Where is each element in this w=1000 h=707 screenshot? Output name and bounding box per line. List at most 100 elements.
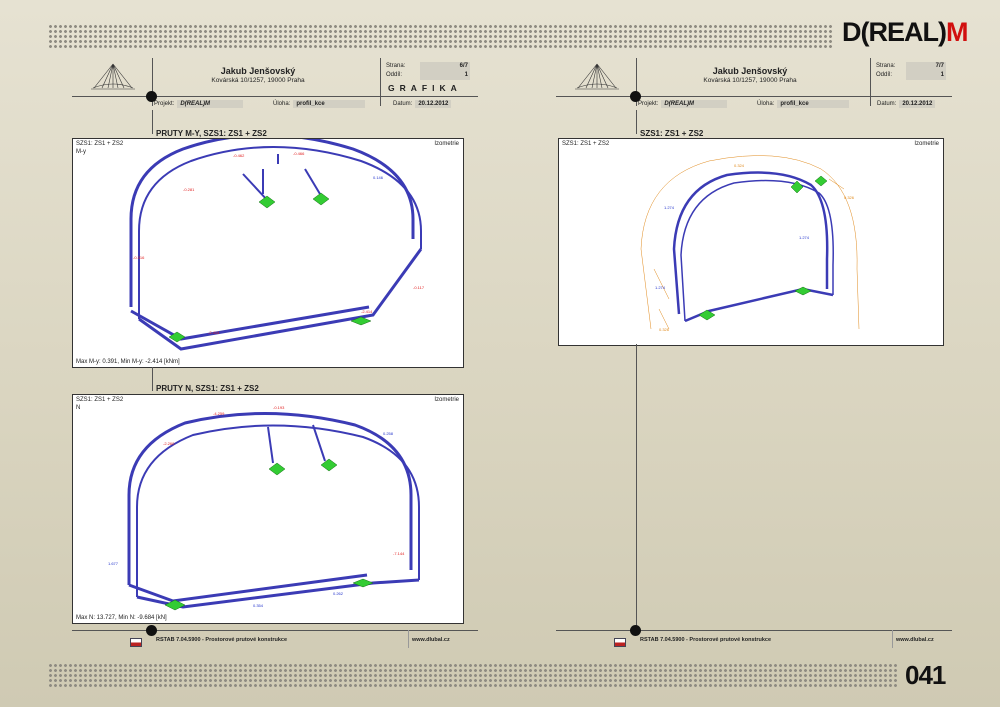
svg-text:-0.193: -0.193 [273, 405, 285, 410]
svg-text:1.274: 1.274 [664, 205, 675, 210]
flag-icon [130, 638, 142, 647]
uloha-label: Úloha: [757, 101, 775, 107]
datum-label: Datum: [393, 101, 413, 107]
footer-software: RSTAB 7.04.5900 - Prostorové prutové kon… [156, 637, 288, 643]
strana-value: 6/7 [420, 62, 470, 71]
svg-text:0.326: 0.326 [659, 327, 670, 332]
footer-rule [72, 630, 478, 631]
datum-row: Datum: 20.12.2012 [877, 100, 936, 108]
chart-panel-deformation: 1.274 1.274 1.274 0.326 0.324 0.326 SZS1: Z… [558, 138, 944, 346]
footer-url: www.dlubal.cz [896, 637, 934, 643]
projekt-value: D(REAL)M [177, 100, 244, 108]
projekt-label: Projekt: [154, 101, 175, 107]
panel-footer-stats: Max M-y: 0.391, Min M-y: -2.414 [kNm] [76, 359, 180, 365]
footer-software: RSTAB 7.04.5900 - Prostorové prutové kon… [640, 637, 772, 643]
svg-text:1.677: 1.677 [108, 561, 119, 566]
oddil-label: Oddíl: [876, 72, 893, 78]
author-address: Kovárská 10/1257, 19000 Praha [211, 77, 305, 84]
datum-value: 20.12.2012 [415, 100, 452, 108]
panel-footer-stats: Max N: 13.727, Min N: -9.684 [kN] [76, 615, 167, 621]
svg-text:1.274: 1.274 [655, 285, 666, 290]
frame-model-n: -4.259 -0.193 -2.260 0.258 1.677 -7.144 0.3… [108, 405, 420, 611]
svg-text:0.326: 0.326 [844, 195, 855, 200]
panel-view-label: Izometrie [434, 397, 459, 403]
svg-text:0.354: 0.354 [253, 603, 264, 608]
panel-corner-label: SZS1: ZS1 + ZS2 [562, 141, 610, 147]
projekt-value: D(REAL)M [661, 100, 728, 108]
svg-text:-0.462: -0.462 [233, 153, 245, 158]
info-box: Strana: 6/7 Oddíl: 1 [386, 62, 470, 80]
section-connector [152, 367, 153, 391]
datum-value: 20.12.2012 [899, 100, 936, 108]
footer-dot [630, 625, 641, 636]
grafika-label: GRAFIKA [388, 83, 462, 93]
tent-logo [575, 63, 619, 90]
projekt-row: Projekt: D(REAL)M [638, 100, 728, 108]
section-connector [636, 110, 637, 134]
panel-corner-label: SZS1: ZS1 + ZS2 [76, 397, 124, 403]
uloha-row: Úloha: profil_kce [757, 100, 850, 108]
svg-text:-2.260: -2.260 [163, 441, 175, 446]
projekt-label: Projekt: [638, 101, 659, 107]
uloha-value: profil_kce [293, 100, 366, 108]
dot-band-bottom [48, 663, 898, 687]
uloha-label: Úloha: [273, 101, 291, 107]
svg-text:0.258: 0.258 [383, 431, 394, 436]
svg-text:1.274: 1.274 [799, 235, 810, 240]
section-title-n: PRUTY N, SZS1: ZS1 + ZS2 [156, 384, 259, 393]
tent-logo [91, 63, 135, 90]
svg-text:-7.144: -7.144 [393, 551, 405, 556]
panel-corner-label: SZS1: ZS1 + ZS2 [76, 141, 124, 147]
section-connector [152, 110, 153, 134]
section-title-my: PRUTY M-Y, SZS1: ZS1 + ZS2 [156, 129, 267, 138]
author-address: Kovárská 10/1257, 19000 Praha [703, 77, 797, 84]
strana-value: 7/7 [906, 62, 946, 71]
svg-text:-2.414: -2.414 [208, 330, 220, 335]
header-rule [556, 96, 952, 97]
frame-model-deformation: 1.274 1.274 1.274 0.326 0.324 0.326 [640, 155, 860, 332]
svg-text:-2.414: -2.414 [361, 309, 373, 314]
author-name: Jakub Jenšovský [220, 66, 296, 76]
panel-quantity-label: N [76, 405, 81, 411]
info-divider-v [870, 58, 871, 106]
panel-quantity-label: M-y [76, 149, 86, 155]
svg-text:0.146: 0.146 [373, 175, 384, 180]
sheet-right: Jakub Jenšovský Kovárská 10/1257, 19000 … [552, 58, 972, 658]
author-name: Jakub Jenšovský [712, 66, 788, 76]
section-title-deformation: SZS1: ZS1 + ZS2 [640, 129, 704, 138]
brand-logo: D(REAL)M [842, 17, 968, 47]
panel-view-label: Izometrie [434, 141, 459, 147]
long-connector [636, 344, 637, 630]
footer-dot [146, 625, 157, 636]
svg-text:0.262: 0.262 [333, 591, 344, 596]
sheet-left: Jakub Jenšovský Kovárská 10/1257, 19000 … [68, 58, 488, 658]
info-box: Strana: 7/7 Oddíl: 1 [876, 62, 946, 80]
frame-model-my: -0.462 -0.466 -0.281 0.146 -0.316 -0.117 -2… [129, 139, 425, 351]
projekt-row: Projekt: D(REAL)M [154, 100, 244, 108]
footer-url: www.dlubal.cz [412, 637, 450, 643]
flag-icon [614, 638, 626, 647]
svg-text:0.324: 0.324 [734, 163, 745, 168]
footer-divider [408, 630, 409, 648]
strana-label: Strana: [386, 63, 406, 69]
chart-panel-my: -0.462 -0.466 -0.281 0.146 -0.316 -0.117 -2… [72, 138, 464, 368]
info-divider-v [380, 58, 381, 106]
svg-text:-0.466: -0.466 [293, 151, 305, 156]
page-number: 041 [905, 660, 946, 690]
svg-text:-4.259: -4.259 [213, 411, 225, 416]
oddil-value: 1 [906, 71, 946, 80]
header-rule [72, 96, 478, 97]
uloha-value: profil_kce [777, 100, 850, 108]
strana-label: Strana: [876, 63, 896, 69]
oddil-label: Oddíl: [386, 72, 403, 78]
svg-text:-0.117: -0.117 [413, 285, 425, 290]
panel-view-label: Izometrie [914, 141, 939, 147]
dot-band-top [48, 24, 833, 48]
oddil-value: 1 [420, 71, 470, 80]
footer-divider [892, 630, 893, 648]
uloha-row: Úloha: profil_kce [273, 100, 366, 108]
svg-text:-0.316: -0.316 [133, 255, 145, 260]
svg-text:-0.281: -0.281 [183, 187, 195, 192]
datum-row: Datum: 20.12.2012 [393, 100, 452, 108]
datum-label: Datum: [877, 101, 897, 107]
